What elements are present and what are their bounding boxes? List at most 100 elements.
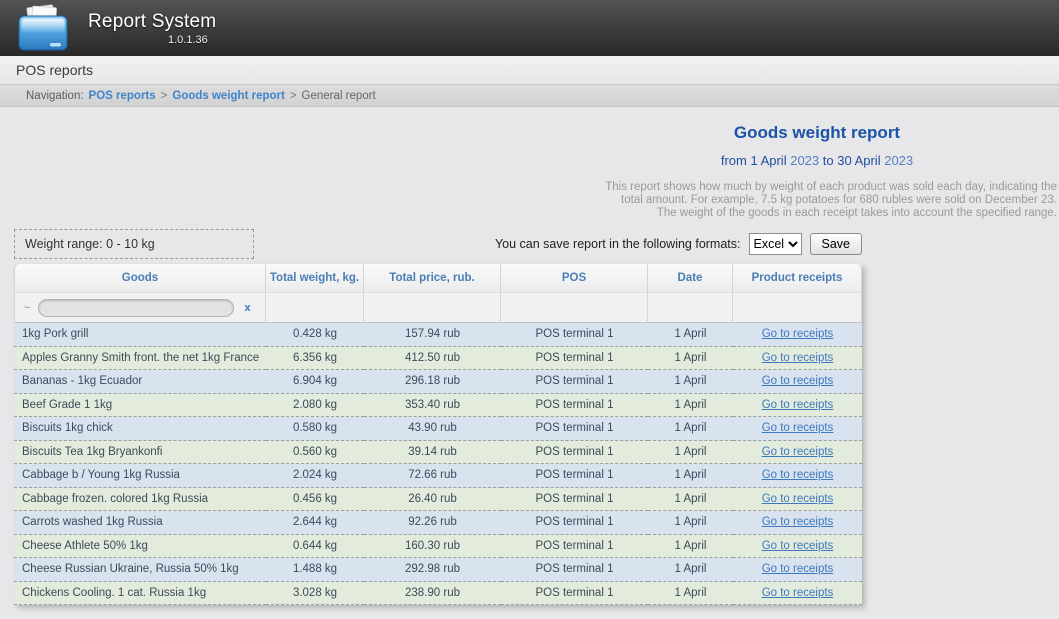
app-header: Report System 1.0.1.36 [0,0,1059,56]
breadcrumb-separator: > [161,90,168,102]
receipts-cell: Go to receipts [733,347,862,371]
go-to-receipts-link[interactable]: Go to receipts [762,469,834,481]
date-cell: 1 April [648,464,733,488]
date-cell: 1 April [648,511,733,535]
goods-cell: Chickens Cooling. 1 cat. Russia 1kg [14,582,266,606]
goods-cell: Carrots washed 1kg Russia [14,511,266,535]
goods-cell: Cabbage b / Young 1kg Russia [14,464,266,488]
goods-filter-input[interactable] [38,299,234,317]
weight-cell: 2.080 kg [266,394,364,418]
menu-item-pos-reports[interactable]: POS reports [16,62,93,78]
pos-cell: POS terminal 1 [501,417,648,441]
filter-cell-empty [733,293,862,323]
weight-cell: 3.028 kg [266,582,364,606]
date-cell: 1 April [648,417,733,441]
clear-filter-button[interactable]: x [244,302,250,314]
date-cell: 1 April [648,347,733,371]
date-cell: 1 April [648,370,733,394]
pos-cell: POS terminal 1 [501,323,648,347]
price-cell: 72.66 rub [364,464,501,488]
page-title: Goods weight report [577,123,1057,143]
go-to-receipts-link[interactable]: Go to receipts [762,352,834,364]
table-body: 1kg Pork grill0.428 kg157.94 rubPOS term… [14,323,862,605]
go-to-receipts-link[interactable]: Go to receipts [762,375,834,387]
goods-cell: Cheese Russian Ukraine, Russia 50% 1kg [14,558,266,582]
go-to-receipts-link[interactable]: Go to receipts [762,399,834,411]
weight-cell: 6.904 kg [266,370,364,394]
table-row: Biscuits Tea 1kg Bryankonfi0.560 kg39.14… [14,441,862,465]
breadcrumb-current: General report [302,90,376,102]
report-heading: Goods weight report from 1 April 2023 to… [577,123,1057,220]
pos-cell: POS terminal 1 [501,535,648,559]
price-cell: 43.90 rub [364,417,501,441]
go-to-receipts-link[interactable]: Go to receipts [762,563,834,575]
filter-cell-empty [266,293,364,323]
column-header-product-receipts: Product receipts [733,264,862,293]
go-to-receipts-link[interactable]: Go to receipts [762,516,834,528]
goods-cell: 1kg Pork grill [14,323,266,347]
pos-cell: POS terminal 1 [501,488,648,512]
table-row: Apples Granny Smith front. the net 1kg F… [14,347,862,371]
pos-cell: POS terminal 1 [501,582,648,606]
table-row: Beef Grade 1 1kg2.080 kg353.40 rubPOS te… [14,394,862,418]
weight-range-box: Weight range: 0 - 10 kg [14,229,254,259]
go-to-receipts-link[interactable]: Go to receipts [762,422,834,434]
report-date-range: from 1 April 2023 to 30 April 2023 [577,153,1057,168]
column-header-pos: POS [501,264,648,293]
date-cell: 1 April [648,488,733,512]
go-to-receipts-link[interactable]: Go to receipts [762,493,834,505]
save-format-label: You can save report in the following for… [495,237,741,251]
filter-cell-empty [501,293,648,323]
weight-cell: 0.580 kg [266,417,364,441]
table-row: Carrots washed 1kg Russia2.644 kg92.26 r… [14,511,862,535]
filter-row: ~ x [14,293,862,323]
weight-cell: 2.644 kg [266,511,364,535]
receipts-cell: Go to receipts [733,558,862,582]
column-header-total-weight: Total weight, kg. [266,264,364,293]
weight-cell: 6.356 kg [266,347,364,371]
receipts-cell: Go to receipts [733,417,862,441]
goods-cell: Biscuits 1kg chick [14,417,266,441]
column-header-goods: Goods [14,264,266,293]
receipts-cell: Go to receipts [733,535,862,559]
table-header-row: Goods Total weight, kg. Total price, rub… [14,264,862,293]
date-cell: 1 April [648,441,733,465]
weight-cell: 2.024 kg [266,464,364,488]
go-to-receipts-link[interactable]: Go to receipts [762,540,834,552]
receipts-cell: Go to receipts [733,488,862,512]
goods-cell: Cabbage frozen. colored 1kg Russia [14,488,266,512]
pos-cell: POS terminal 1 [501,441,648,465]
breadcrumb-prefix: Navigation: [26,90,84,102]
app-version: 1.0.1.36 [168,34,216,46]
goods-cell: Cheese Athlete 50% 1kg [14,535,266,559]
save-controls: You can save report in the following for… [495,233,862,255]
table-row: Cheese Athlete 50% 1kg0.644 kg160.30 rub… [14,535,862,559]
pos-cell: POS terminal 1 [501,394,648,418]
save-button[interactable]: Save [810,233,863,255]
receipts-cell: Go to receipts [733,511,862,535]
price-cell: 26.40 rub [364,488,501,512]
filter-tilde-label: ~ [24,302,30,314]
pos-cell: POS terminal 1 [501,370,648,394]
price-cell: 39.14 rub [364,441,501,465]
format-select[interactable]: Excel [749,233,802,255]
table-row: Cheese Russian Ukraine, Russia 50% 1kg1.… [14,558,862,582]
table-row: Bananas - 1kg Ecuador6.904 kg296.18 rubP… [14,370,862,394]
receipts-cell: Go to receipts [733,582,862,606]
date-cell: 1 April [648,323,733,347]
filter-cell-empty [364,293,501,323]
go-to-receipts-link[interactable]: Go to receipts [762,587,834,599]
receipts-cell: Go to receipts [733,441,862,465]
date-cell: 1 April [648,535,733,559]
go-to-receipts-link[interactable]: Go to receipts [762,446,834,458]
menubar: POS reports [0,56,1059,85]
weight-cell: 0.644 kg [266,535,364,559]
go-to-receipts-link[interactable]: Go to receipts [762,328,834,340]
breadcrumb-separator: > [290,90,297,102]
breadcrumb-link-pos-reports[interactable]: POS reports [89,90,156,102]
receipts-cell: Go to receipts [733,464,862,488]
table-row: Cabbage b / Young 1kg Russia2.024 kg72.6… [14,464,862,488]
report-table: Goods Total weight, kg. Total price, rub… [14,264,862,605]
breadcrumb-link-goods-weight-report[interactable]: Goods weight report [172,90,284,102]
price-cell: 92.26 rub [364,511,501,535]
